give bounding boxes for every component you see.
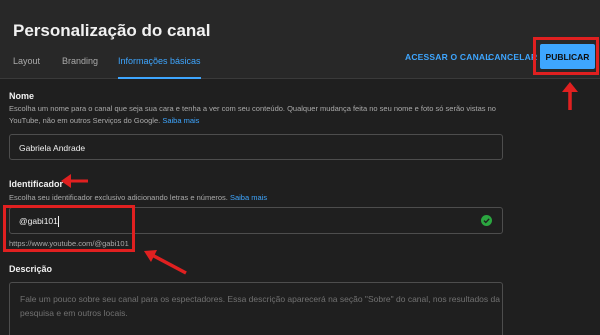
description-section-title: Descrição bbox=[9, 264, 53, 274]
name-help-text: Escolha um nome para o canal que seja su… bbox=[9, 103, 594, 126]
publish-button[interactable]: PUBLICAR bbox=[540, 44, 595, 69]
handle-input-value: @gabi101 bbox=[19, 216, 58, 226]
publish-button-label: PUBLICAR bbox=[545, 51, 590, 62]
description-placeholder-line2: pesquisa e em outros locais. bbox=[20, 308, 128, 318]
name-learn-more-link[interactable]: Saiba mais bbox=[162, 116, 199, 125]
handle-learn-more-link[interactable]: Saiba mais bbox=[230, 193, 267, 202]
handle-help-line: Escolha seu identificador exclusivo adic… bbox=[9, 193, 228, 202]
name-help-line1: Escolha um nome para o canal que seja su… bbox=[9, 104, 496, 113]
name-help-line2: YouTube, não em outros Serviços do Googl… bbox=[9, 115, 161, 125]
handle-url: https://www.youtube.com/@gabi101 bbox=[9, 239, 129, 248]
description-placeholder: Fale um pouco sobre seu canal para os es… bbox=[20, 292, 500, 320]
page-title: Personalização do canal bbox=[13, 21, 211, 40]
left-arrow-icon bbox=[61, 174, 88, 188]
description-textarea[interactable]: Fale um pouco sobre seu canal para os es… bbox=[9, 282, 503, 335]
handle-input[interactable]: @gabi101 bbox=[9, 207, 503, 234]
cancel-button[interactable]: CANCELAR bbox=[488, 52, 537, 62]
tab-branding[interactable]: Branding bbox=[62, 56, 98, 79]
name-section-title: Nome bbox=[9, 91, 35, 101]
text-caret bbox=[58, 216, 59, 227]
view-channel-button[interactable]: ACESSAR O CANAL bbox=[405, 52, 491, 62]
diagonal-arrow-icon bbox=[144, 250, 187, 275]
studio-header: Personalização do canal Layout Branding … bbox=[0, 0, 600, 79]
handle-section-title: Identificador bbox=[9, 179, 64, 189]
handle-help-text: Escolha seu identificador exclusivo adic… bbox=[9, 192, 267, 204]
name-input[interactable]: Gabriela Andrade bbox=[9, 134, 503, 160]
description-placeholder-line1: Fale um pouco sobre seu canal para os es… bbox=[20, 294, 500, 304]
tab-layout[interactable]: Layout bbox=[13, 56, 40, 79]
name-input-value: Gabriela Andrade bbox=[19, 143, 86, 153]
check-circle-icon bbox=[481, 215, 492, 226]
tab-basic-info[interactable]: Informações básicas bbox=[118, 56, 201, 79]
